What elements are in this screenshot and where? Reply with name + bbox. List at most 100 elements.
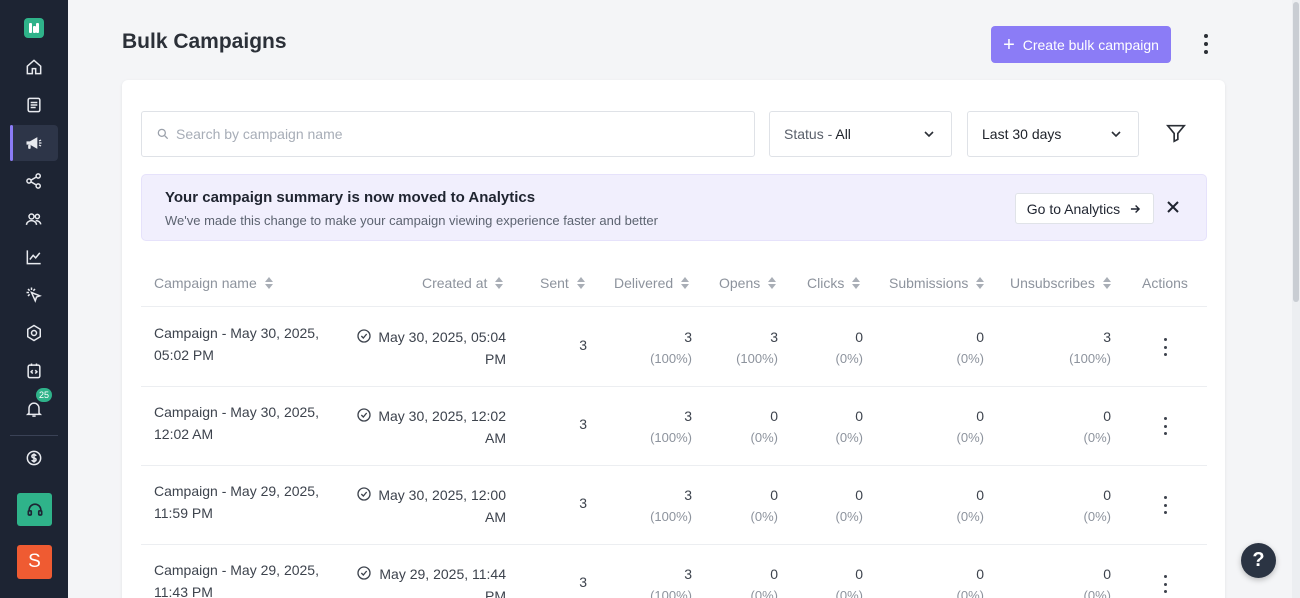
opens-value: 3 (100%) <box>736 329 778 366</box>
sort-icon <box>976 277 985 289</box>
analytics-banner: Your campaign summary is now moved to An… <box>141 174 1207 241</box>
table-row[interactable]: Campaign - May 29, 2025, 11:43 PM May 29,… <box>141 545 1207 598</box>
avatar[interactable]: S <box>17 545 52 579</box>
check-circle-icon <box>357 487 371 501</box>
campaign-name[interactable]: Campaign - May 29, 2025, 11:59 PM <box>154 480 334 524</box>
check-circle-icon <box>357 566 371 580</box>
submissions-value: 0 (0%) <box>956 566 984 598</box>
support-button[interactable] <box>17 493 52 526</box>
check-circle-icon <box>357 329 371 343</box>
delivered-value: 3 (100%) <box>650 329 692 366</box>
table-row[interactable]: Campaign - May 30, 2025, 12:02 AM May 30,… <box>141 387 1207 466</box>
page-scrollbar[interactable] <box>1292 0 1300 598</box>
search-input[interactable] <box>176 126 736 142</box>
row-actions-icon[interactable] <box>1162 338 1168 356</box>
settings-icon[interactable] <box>10 315 58 351</box>
unsubscribes-value: 0 (0%) <box>1083 408 1111 445</box>
sent-value: 3 <box>579 337 587 353</box>
scrollbar-thumb[interactable] <box>1293 2 1299 302</box>
sent-value: 3 <box>579 416 587 432</box>
unsubscribes-value: 0 (0%) <box>1083 487 1111 524</box>
contacts-icon[interactable] <box>10 201 58 237</box>
app-logo[interactable] <box>24 18 44 38</box>
column-unsubscribes[interactable]: Unsubscribes <box>1010 275 1111 291</box>
plus-icon: + <box>1003 33 1015 56</box>
column-sent[interactable]: Sent <box>540 275 585 291</box>
check-circle-icon <box>357 408 371 422</box>
submissions-value: 0 (0%) <box>956 487 984 524</box>
status-value: All <box>835 126 851 142</box>
opens-value: 0 (0%) <box>750 566 778 598</box>
search-icon <box>157 128 169 140</box>
bell-icon[interactable]: 25 <box>10 388 58 427</box>
column-campaign-name[interactable]: Campaign name <box>154 275 273 291</box>
chevron-down-icon <box>924 131 934 138</box>
clicks-value: 0 (0%) <box>835 329 863 366</box>
sort-icon <box>264 277 273 289</box>
megaphone-icon[interactable] <box>10 125 58 161</box>
row-actions-icon[interactable] <box>1162 496 1168 514</box>
sort-icon <box>681 277 690 289</box>
list-icon[interactable] <box>10 87 58 123</box>
table-row[interactable]: Campaign - May 29, 2025, 11:59 PM May 30,… <box>141 466 1207 545</box>
more-options-icon[interactable] <box>1196 32 1216 56</box>
sidebar-divider <box>10 435 58 436</box>
column-submissions[interactable]: Submissions <box>889 275 985 291</box>
opens-value: 0 (0%) <box>750 487 778 524</box>
submissions-value: 0 (0%) <box>956 408 984 445</box>
date-range-dropdown[interactable]: Last 30 days <box>967 111 1139 157</box>
help-button[interactable]: ? <box>1241 543 1276 578</box>
table-row[interactable]: Campaign - May 30, 2025, 05:02 PM May 30,… <box>141 308 1207 387</box>
sent-value: 3 <box>579 574 587 590</box>
delivered-value: 3 (100%) <box>650 408 692 445</box>
status-label: Status - <box>784 126 836 142</box>
sort-icon <box>852 277 861 289</box>
campaign-name[interactable]: Campaign - May 29, 2025, 11:43 PM <box>154 559 334 598</box>
delivered-value: 3 (100%) <box>650 487 692 524</box>
submissions-value: 0 (0%) <box>956 329 984 366</box>
delivered-value: 3 (100%) <box>650 566 692 598</box>
chevron-down-icon <box>1111 131 1121 138</box>
clicks-value: 0 (0%) <box>835 487 863 524</box>
campaign-name[interactable]: Campaign - May 30, 2025, 05:02 PM <box>154 322 334 366</box>
banner-text: We've made this change to make your camp… <box>165 213 658 228</box>
home-icon[interactable] <box>10 49 58 85</box>
billing-icon[interactable] <box>10 440 58 476</box>
sort-icon <box>495 277 504 289</box>
unsubscribes-value: 0 (0%) <box>1083 566 1111 598</box>
headset-icon <box>27 502 42 516</box>
row-actions-icon[interactable] <box>1162 575 1168 593</box>
table-header: Campaign name Created at Sent Delivered … <box>141 265 1207 307</box>
create-bulk-campaign-button[interactable]: + Create bulk campaign <box>991 26 1171 63</box>
created-at: May 30, 2025, 12:00 AM <box>356 484 506 528</box>
column-created-at[interactable]: Created at <box>422 275 504 291</box>
created-at: May 30, 2025, 12:02 AM <box>356 405 506 449</box>
opens-value: 0 (0%) <box>750 408 778 445</box>
developer-icon[interactable] <box>10 353 58 389</box>
status-dropdown[interactable]: Status - All <box>769 111 952 157</box>
created-at: May 30, 2025, 05:04 PM <box>356 326 506 370</box>
column-delivered[interactable]: Delivered <box>614 275 690 291</box>
campaign-name[interactable]: Campaign - May 30, 2025, 12:02 AM <box>154 401 334 445</box>
column-clicks[interactable]: Clicks <box>807 275 861 291</box>
cursor-icon[interactable] <box>10 277 58 313</box>
page-title: Bulk Campaigns <box>122 30 287 53</box>
row-actions-icon[interactable] <box>1162 417 1168 435</box>
sidebar: 25 S <box>0 0 68 598</box>
notification-badge: 25 <box>36 388 53 402</box>
create-bulk-campaign-label: Create bulk campaign <box>1022 36 1159 53</box>
sent-value: 3 <box>579 495 587 511</box>
go-to-analytics-label: Go to Analytics <box>1026 200 1121 217</box>
go-to-analytics-button[interactable]: Go to Analytics <box>1015 193 1154 224</box>
analytics-icon[interactable] <box>10 239 58 275</box>
unsubscribes-value: 3 (100%) <box>1069 329 1111 366</box>
column-opens[interactable]: Opens <box>719 275 777 291</box>
created-at: May 29, 2025, 11:44 PM <box>356 563 506 598</box>
banner-title: Your campaign summary is now moved to An… <box>165 189 536 206</box>
workflow-icon[interactable] <box>10 163 58 199</box>
clicks-value: 0 (0%) <box>835 566 863 598</box>
sort-icon <box>768 277 777 289</box>
sort-icon <box>1102 277 1111 289</box>
filter-icon[interactable] <box>1165 122 1187 144</box>
close-icon[interactable] <box>1163 197 1183 217</box>
